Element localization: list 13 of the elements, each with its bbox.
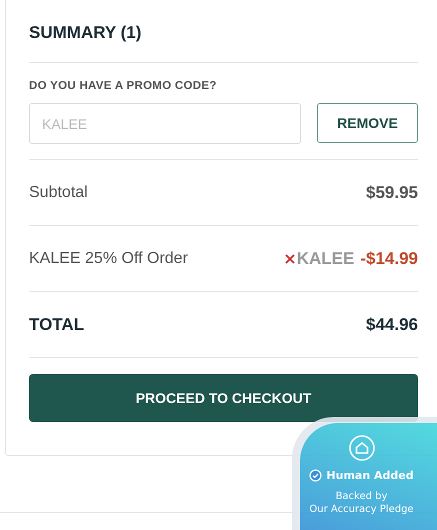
total-amount: $44.96 <box>366 314 418 334</box>
subtotal-label: Subtotal <box>29 184 88 202</box>
promo-code-label: DO YOU HAVE A PROMO CODE? <box>29 80 218 92</box>
subtotal-amount: $59.95 <box>366 182 418 202</box>
summary-title: SUMMARY (1) <box>29 0 418 63</box>
discount-label: KALEE 25% Off Order <box>29 250 188 268</box>
badge-title: Human Added <box>326 469 414 482</box>
discount-code: KALEE <box>296 248 354 268</box>
checkout-button[interactable]: PROCEED TO CHECKOUT <box>29 374 418 422</box>
total-label: TOTAL <box>29 314 84 334</box>
discount-amount: -$14.99 <box>360 248 418 268</box>
badge-text: Our Accuracy Pledge <box>308 503 415 516</box>
badge-text: Backed by <box>334 490 388 503</box>
